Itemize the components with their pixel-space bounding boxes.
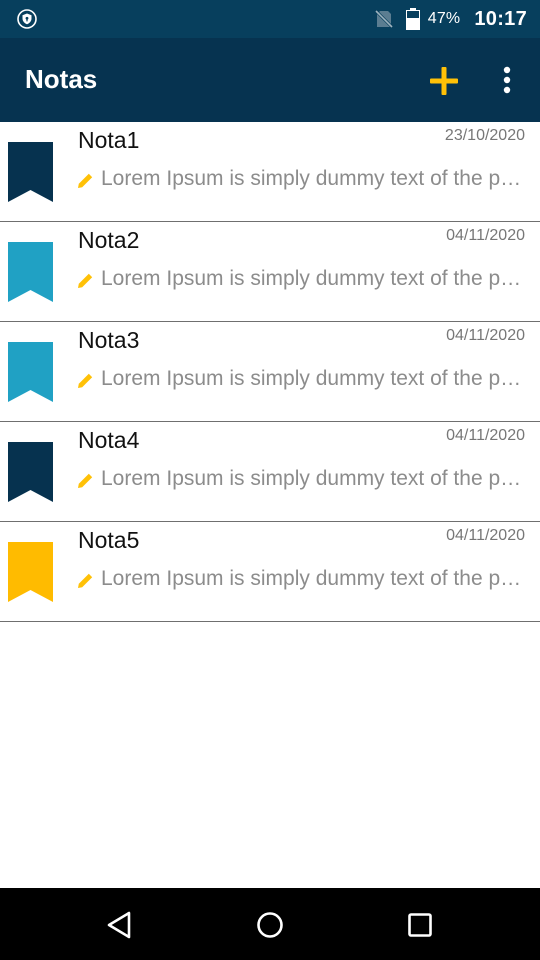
note-date: 04/11/2020: [446, 327, 525, 344]
battery-percentage: 47%: [427, 10, 461, 27]
note-date: 04/11/2020: [446, 527, 525, 544]
bookmark-icon: [8, 342, 53, 402]
note-title: Nota4: [78, 427, 140, 453]
bookmark-icon: [8, 142, 53, 202]
note-date: 23/10/2020: [444, 127, 525, 144]
note-date: 04/11/2020: [446, 227, 525, 244]
navigation-bar: [0, 888, 540, 960]
note-preview: Lorem Ipsum is simply dummy text of the …: [101, 567, 523, 590]
battery-icon: [405, 8, 420, 30]
pencil-icon: [78, 573, 93, 588]
note-title: Nota5: [78, 527, 140, 553]
bookmark-icon: [8, 242, 53, 302]
note-item[interactable]: Nota2 04/11/2020 Lorem Ipsum is simply d…: [0, 222, 540, 322]
add-icon: [430, 67, 458, 95]
shield-icon: [17, 9, 37, 29]
note-list: Nota1 23/10/2020 Lorem Ipsum is simply d…: [0, 122, 540, 622]
bookmark-icon: [8, 442, 53, 502]
note-title: Nota3: [78, 327, 140, 353]
clock: 10:17: [474, 7, 527, 30]
note-title: Nota2: [78, 227, 140, 253]
pencil-icon: [78, 273, 93, 288]
note-item[interactable]: Nota5 04/11/2020 Lorem Ipsum is simply d…: [0, 522, 540, 622]
note-preview: Lorem Ipsum is simply dummy text of the …: [101, 267, 523, 290]
home-icon[interactable]: [255, 910, 285, 940]
bookmark-icon: [8, 542, 53, 602]
note-date: 04/11/2020: [446, 427, 525, 444]
add-button[interactable]: [424, 61, 464, 101]
pencil-icon: [78, 373, 93, 388]
no-sim-icon: [374, 9, 393, 29]
pencil-icon: [78, 173, 93, 188]
note-preview: Lorem Ipsum is simply dummy text of the …: [101, 367, 523, 390]
recents-icon[interactable]: [405, 910, 435, 940]
note-preview: Lorem Ipsum is simply dummy text of the …: [101, 467, 523, 490]
note-item[interactable]: Nota1 23/10/2020 Lorem Ipsum is simply d…: [0, 122, 540, 222]
note-item[interactable]: Nota4 04/11/2020 Lorem Ipsum is simply d…: [0, 422, 540, 522]
pencil-icon: [78, 473, 93, 488]
note-title: Nota1: [78, 127, 140, 153]
more-options-button[interactable]: [492, 61, 522, 101]
more-vert-icon: [503, 66, 511, 94]
note-item[interactable]: Nota3 04/11/2020 Lorem Ipsum is simply d…: [0, 322, 540, 422]
status-bar: 47% 10:17: [0, 0, 540, 38]
page-title: Notas: [25, 64, 98, 94]
note-preview: Lorem Ipsum is simply dummy text of the …: [101, 167, 523, 190]
back-icon[interactable]: [105, 910, 135, 940]
app-bar: Notas: [0, 38, 540, 122]
